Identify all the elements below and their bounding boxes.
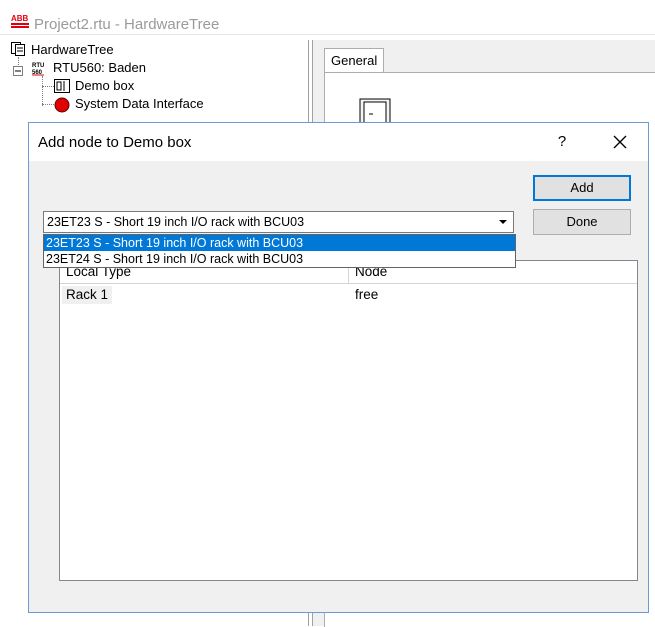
node-type-combobox[interactable]: 23ET23 S - Short 19 inch I/O rack with B… bbox=[43, 211, 514, 233]
cell-local-type: Rack 1 bbox=[62, 286, 113, 304]
dialog-titlebar[interactable]: Add node to Demo box ? bbox=[29, 123, 648, 161]
rack-icon bbox=[54, 79, 70, 96]
done-button[interactable]: Done bbox=[533, 209, 631, 235]
abb-logo-icon: ABB bbox=[10, 13, 32, 29]
collapse-toggle-icon[interactable] bbox=[13, 64, 23, 79]
node-list[interactable]: Local Type Node Rack 1 free bbox=[59, 260, 638, 581]
close-button[interactable] bbox=[603, 129, 637, 155]
rtu-icon: RTU 560 bbox=[31, 60, 47, 79]
tree-connector bbox=[42, 104, 54, 105]
tree-item-system-data-interface[interactable]: System Data Interface bbox=[75, 95, 204, 113]
window-title: Project2.rtu - HardwareTree bbox=[34, 16, 220, 33]
red-circle-icon bbox=[54, 97, 70, 116]
tree-item-rtu560[interactable]: RTU560: Baden bbox=[53, 59, 146, 77]
tree-connector bbox=[42, 76, 43, 106]
combobox-dropdown-list[interactable]: 23ET23 S - Short 19 inch I/O rack with B… bbox=[43, 234, 516, 268]
svg-text:ABB: ABB bbox=[11, 14, 29, 23]
close-icon bbox=[613, 135, 627, 149]
combobox-option[interactable]: 23ET24 S - Short 19 inch I/O rack with B… bbox=[44, 251, 515, 267]
dialog-title: Add node to Demo box bbox=[38, 134, 192, 151]
tree-item-demo-box[interactable]: Demo box bbox=[75, 77, 134, 95]
tree-item-hardwaretree[interactable]: HardwareTree bbox=[31, 41, 114, 59]
chevron-down-icon[interactable] bbox=[494, 213, 512, 231]
svg-text:RTU: RTU bbox=[32, 63, 44, 69]
combobox-value: 23ET23 S - Short 19 inch I/O rack with B… bbox=[47, 215, 305, 229]
add-button[interactable]: Add bbox=[533, 175, 631, 201]
main-titlebar: ABB Project2.rtu - HardwareTree bbox=[0, 0, 655, 35]
add-node-dialog: Add node to Demo box ? Add Done Local Ty… bbox=[28, 122, 649, 613]
cell-node: free bbox=[355, 287, 379, 302]
tree-connector bbox=[42, 86, 54, 87]
tab-general[interactable]: General bbox=[324, 48, 385, 73]
combobox-option[interactable]: 23ET23 S - Short 19 inch I/O rack with B… bbox=[44, 235, 515, 251]
help-button[interactable]: ? bbox=[547, 131, 577, 153]
table-row[interactable]: Rack 1 free bbox=[60, 286, 637, 304]
